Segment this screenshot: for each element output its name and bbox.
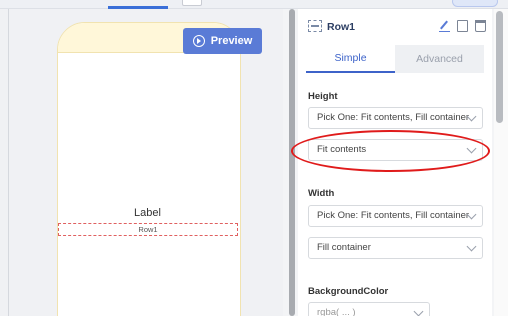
width-type-value: Pick One: Fit contents, Fill container bbox=[317, 210, 470, 221]
height-type-select[interactable]: Pick One: Fit contents, Fill container bbox=[308, 107, 483, 129]
width-value: Fill container bbox=[317, 242, 371, 253]
trash-icon[interactable] bbox=[475, 20, 486, 32]
row-component-icon bbox=[308, 20, 322, 32]
height-type-value: Pick One: Fit contents, Fill container bbox=[317, 112, 470, 123]
canvas-divider bbox=[8, 9, 9, 316]
properties-panel: Row1 Simple Advanced Height Pick One: Fi… bbox=[298, 9, 492, 316]
preview-button[interactable]: Preview bbox=[183, 28, 262, 54]
panel-header: Row1 bbox=[298, 9, 492, 43]
height-value: Fit contents bbox=[317, 144, 367, 155]
publish-pill[interactable] bbox=[452, 0, 498, 7]
edit-icon[interactable] bbox=[439, 20, 450, 32]
background-color-value: rgba( ... ) bbox=[317, 307, 356, 316]
chevron-down-icon bbox=[413, 306, 424, 316]
top-toolbar bbox=[0, 0, 508, 9]
background-color-label: BackgroundColor bbox=[308, 286, 389, 297]
chevron-down-icon bbox=[466, 241, 477, 252]
toolbar-toggle[interactable] bbox=[182, 0, 202, 6]
background-color-select[interactable]: rgba( ... ) bbox=[308, 302, 430, 316]
panel-scrollbar-thumb[interactable] bbox=[496, 11, 503, 123]
tab-advanced[interactable]: Advanced bbox=[395, 45, 484, 73]
height-label: Height bbox=[308, 91, 338, 102]
width-label: Width bbox=[308, 188, 335, 199]
width-type-select[interactable]: Pick One: Fit contents, Fill container bbox=[308, 205, 483, 227]
copy-icon[interactable] bbox=[457, 20, 468, 32]
width-value-select[interactable]: Fill container bbox=[308, 237, 483, 259]
phone-frame bbox=[57, 22, 241, 316]
preview-button-label: Preview bbox=[210, 35, 253, 47]
panel-tabs: Simple Advanced bbox=[306, 45, 484, 73]
panel-title: Row1 bbox=[327, 21, 356, 33]
play-icon bbox=[192, 35, 205, 47]
tab-simple[interactable]: Simple bbox=[306, 45, 395, 73]
chevron-down-icon bbox=[466, 143, 477, 154]
canvas-label-component[interactable]: Label bbox=[134, 207, 161, 219]
panel-splitter[interactable] bbox=[289, 9, 295, 316]
canvas-row-component[interactable]: Row1 bbox=[58, 223, 238, 236]
height-value-select[interactable]: Fit contents bbox=[308, 139, 483, 161]
